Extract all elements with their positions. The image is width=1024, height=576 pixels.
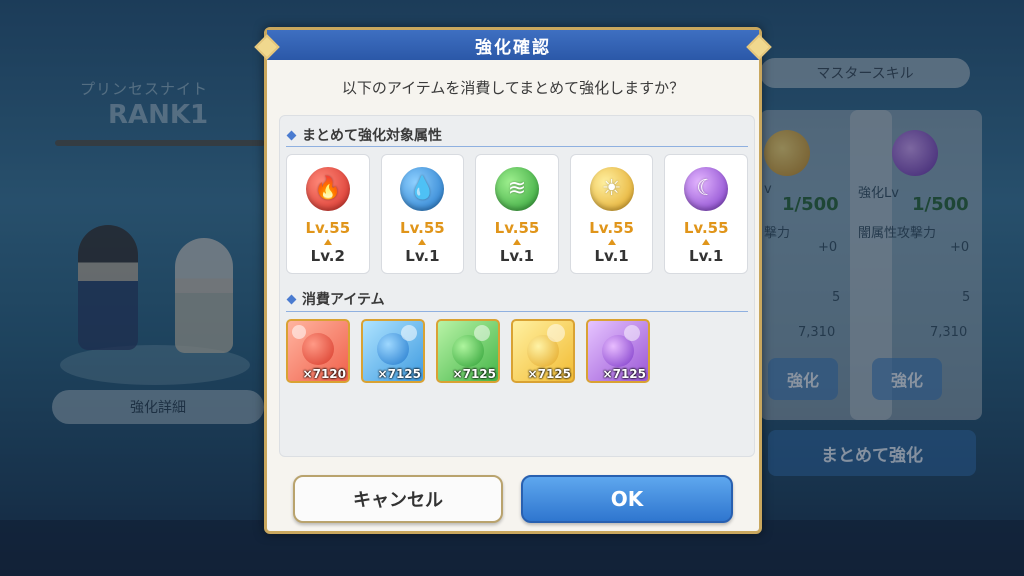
max-level: Lv.55 xyxy=(589,219,634,237)
arrow-up-icon xyxy=(418,239,427,245)
current-level: Lv.2 xyxy=(310,247,345,265)
arrow-up-icon xyxy=(323,239,332,245)
fire-orb-item: ×7120 xyxy=(286,319,350,383)
bubble-icon xyxy=(474,325,490,341)
cancel-button[interactable]: キャンセル xyxy=(293,475,503,523)
items-label-text: 消費アイテム xyxy=(302,292,385,308)
attribute-card-water: 💧 Lv.55 Lv.1 xyxy=(380,154,465,274)
dialog-header: 強化確認 xyxy=(254,30,772,60)
fire-icon: 🔥 xyxy=(305,167,350,211)
water-glyph: 💧 xyxy=(408,176,437,201)
current-level: Lv.1 xyxy=(689,247,724,265)
attributes-label-text: まとめて強化対象属性 xyxy=(302,128,442,144)
bubble-icon xyxy=(401,325,417,341)
dialog-title: 強化確認 xyxy=(475,37,551,58)
dark-orb-item: ×7125 xyxy=(586,319,650,383)
max-level: Lv.55 xyxy=(400,219,445,237)
attribute-list: 🔥 Lv.55 Lv.2 💧 Lv.55 Lv.1 ≋ Lv.55 Lv.1 ☀… xyxy=(286,154,748,276)
item-count: ×7125 xyxy=(602,367,646,381)
ok-button[interactable]: OK xyxy=(521,475,733,523)
fire-glyph: 🔥 xyxy=(314,176,342,201)
attribute-card-light: ☀ Lv.55 Lv.1 xyxy=(569,154,654,274)
content-box: まとめて強化対象属性 🔥 Lv.55 Lv.2 💧 Lv.55 Lv.1 ≋ L… xyxy=(279,115,755,457)
current-level: Lv.1 xyxy=(499,247,535,265)
current-level: Lv.1 xyxy=(405,247,440,265)
light-orb-item: ×7125 xyxy=(511,319,575,383)
bubble-icon xyxy=(624,325,640,341)
attribute-card-fire: 🔥 Lv.55 Lv.2 xyxy=(286,154,370,274)
wind-glyph: ≋ xyxy=(507,176,527,201)
wind-orb-item: ×7125 xyxy=(436,319,500,383)
dialog-message: 以下のアイテムを消費してまとめて強化しますか？ xyxy=(341,79,685,97)
section-divider xyxy=(286,146,748,147)
item-count: ×7120 xyxy=(302,367,346,381)
bubble-icon xyxy=(547,324,565,342)
diamond-icon xyxy=(286,130,297,140)
moon-glyph: ☾ xyxy=(696,176,717,201)
attributes-section-label: まとめて強化対象属性 xyxy=(286,125,442,145)
bubble-icon xyxy=(292,325,306,339)
sun-icon: ☀ xyxy=(589,167,634,211)
max-level: Lv.55 xyxy=(683,219,729,237)
item-count: ×7125 xyxy=(377,367,421,381)
water-drop-icon: 💧 xyxy=(400,167,445,211)
attribute-card-dark: ☾ Lv.55 Lv.1 xyxy=(664,154,748,274)
items-section-label: 消費アイテム xyxy=(286,289,385,309)
fire-orb-icon xyxy=(302,333,334,365)
item-count: ×7125 xyxy=(527,367,571,381)
arrow-up-icon xyxy=(702,239,711,245)
moon-icon: ☾ xyxy=(684,167,729,211)
item-count: ×7125 xyxy=(452,367,496,381)
enhance-confirm-dialog: 強化確認 以下のアイテムを消費してまとめて強化しますか？ まとめて強化対象属性 … xyxy=(254,27,772,534)
arrow-up-icon xyxy=(607,239,616,245)
section-divider xyxy=(286,311,748,312)
diamond-icon xyxy=(286,294,297,304)
arrow-up-icon xyxy=(512,239,521,245)
current-level: Lv.1 xyxy=(594,247,629,265)
wind-icon: ≋ xyxy=(494,167,539,211)
water-orb-item: ×7125 xyxy=(361,319,425,383)
consumed-item-list: ×7120 ×7125 ×7125 ×7125 ×7125 xyxy=(286,319,650,383)
sun-glyph: ☀ xyxy=(601,176,622,201)
attribute-card-wind: ≋ Lv.55 Lv.1 xyxy=(475,154,559,274)
max-level: Lv.55 xyxy=(305,219,351,237)
max-level: Lv.55 xyxy=(494,219,540,237)
